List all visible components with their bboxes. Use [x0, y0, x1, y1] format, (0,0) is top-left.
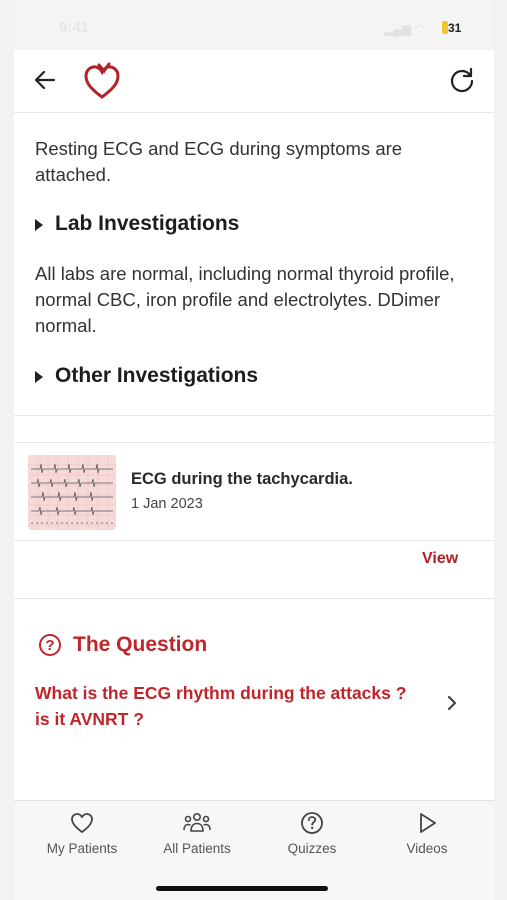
lab-text: All labs are normal, including normal th… — [35, 263, 455, 336]
divider — [14, 442, 494, 443]
tab-quizzes[interactable]: Quizzes — [257, 811, 367, 861]
heart-logo-icon — [84, 62, 120, 99]
tab-my-patients[interactable]: My Patients — [27, 811, 137, 861]
tab-label: Quizzes — [287, 841, 337, 856]
tab-videos[interactable]: Videos — [372, 811, 482, 861]
disclosure-triangle-icon — [35, 218, 43, 231]
divider — [14, 415, 494, 416]
tab-label: My Patients — [46, 841, 118, 856]
view-button[interactable]: View — [422, 550, 458, 568]
back-arrow-icon[interactable] — [32, 67, 58, 93]
people-icon — [183, 812, 211, 832]
intro-text: Resting ECG and ECG during symptoms are … — [35, 138, 403, 185]
tab-all-patients[interactable]: All Patients — [142, 811, 252, 861]
divider — [14, 598, 494, 599]
disclosure-triangle-icon — [35, 370, 43, 383]
tab-label: All Patients — [163, 841, 231, 856]
home-indicator — [156, 886, 328, 891]
chevron-right-icon[interactable] — [444, 692, 460, 714]
question-text[interactable]: What is the ECG rhythm during the attack… — [35, 680, 415, 732]
status-time: 9:41 — [59, 19, 90, 36]
tab-bar: My Patients All Patients Quizzes Videos — [14, 800, 494, 900]
attachment-title[interactable]: ECG during the tachycardia. — [131, 470, 353, 489]
section-heading: Lab Investigations — [55, 212, 240, 235]
section-heading: Other Investigations — [55, 364, 259, 387]
tab-label: Videos — [406, 841, 448, 856]
battery-level: 31 — [448, 21, 462, 35]
play-icon — [420, 813, 436, 833]
signal-icon: ▂▄▆ ◠ — [384, 22, 425, 36]
ecg-thumbnail[interactable] — [28, 455, 116, 530]
screen: 9:41 ▂▄▆ ◠ 31 Resting ECG and ECG during… — [14, 0, 494, 900]
battery-icon: 31 — [442, 20, 468, 36]
attachment-date: 1 Jan 2023 — [131, 496, 203, 512]
status-bar: 9:41 ▂▄▆ ◠ 31 — [14, 0, 494, 50]
other-investigations-toggle[interactable]: Other Investigations — [35, 362, 258, 390]
refresh-icon[interactable] — [448, 66, 476, 94]
heart-icon — [71, 813, 93, 834]
divider — [14, 540, 494, 541]
question-circle-icon: ? — [39, 634, 61, 656]
top-bar — [14, 50, 494, 113]
question-header: ? The Question — [39, 630, 207, 660]
question-heading: The Question — [73, 633, 208, 656]
lab-investigations-toggle[interactable]: Lab Investigations — [35, 210, 239, 238]
question-icon — [301, 812, 323, 834]
